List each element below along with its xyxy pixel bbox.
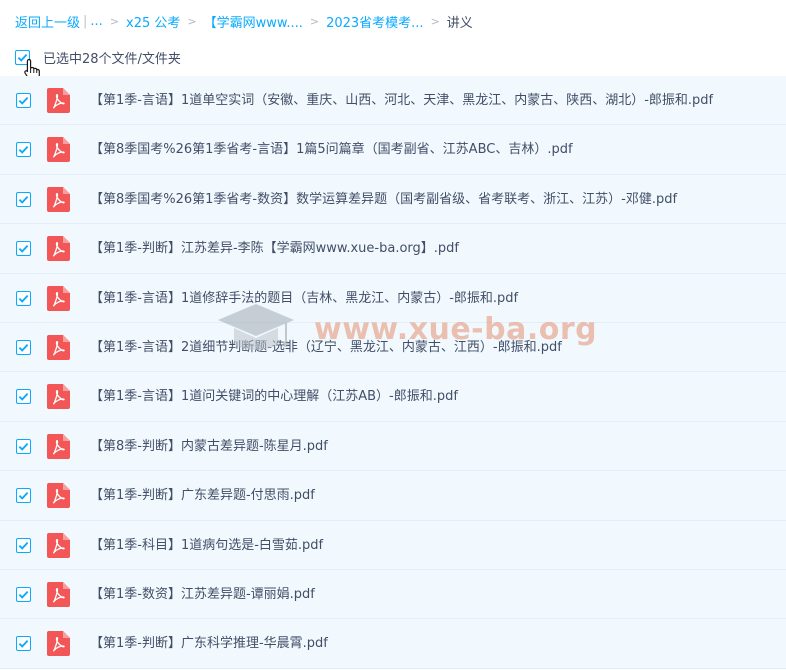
back-link[interactable]: 返回上一级 bbox=[15, 12, 80, 31]
file-checkbox[interactable] bbox=[16, 142, 31, 158]
chevron-right-icon: > bbox=[109, 14, 120, 28]
pdf-icon bbox=[47, 137, 70, 163]
file-name[interactable]: 【第1季-判断】广东科学推理-华晨霄.pdf bbox=[90, 619, 328, 668]
file-row[interactable]: 【第1季-数资】江苏差异题-谭丽娟.pdf bbox=[0, 569, 786, 620]
file-checkbox[interactable] bbox=[16, 438, 31, 454]
file-checkbox[interactable] bbox=[16, 339, 31, 355]
checkmark-icon bbox=[18, 492, 29, 500]
breadcrumb-item[interactable]: 2023省考模考... bbox=[326, 12, 423, 31]
checkmark-icon bbox=[18, 541, 29, 550]
file-name[interactable]: 【第1季-言语】2道细节判断题-选非（辽宁、黑龙江、内蒙古、江西）-郎振和.pd… bbox=[90, 323, 562, 372]
file-name[interactable]: 【第1季-数资】江苏差异题-谭丽娟.pdf bbox=[90, 570, 315, 619]
file-row[interactable]: 【第1季-判断】江苏差异-李陈【学霸网www.xue-ba.org】.pdf bbox=[0, 224, 786, 274]
breadcrumb-item[interactable]: 【学霸网www.... bbox=[204, 12, 303, 31]
checkmark-icon bbox=[18, 343, 29, 352]
file-checkbox[interactable] bbox=[16, 488, 31, 504]
checkmark-icon bbox=[18, 640, 29, 649]
checkmark-icon bbox=[18, 146, 29, 155]
file-row[interactable]: 【第8季-判断】内蒙古差异题-陈星月.pdf bbox=[0, 421, 786, 472]
chevron-right-icon: > bbox=[309, 14, 320, 28]
breadcrumb-ellipsis[interactable]: ... bbox=[90, 14, 102, 29]
pdf-icon bbox=[47, 236, 70, 262]
file-row[interactable]: 【第1季-言语】1道问关键词的中心理解（江苏AB）-郎振和.pdf bbox=[0, 372, 786, 422]
pdf-icon bbox=[47, 581, 70, 607]
file-name[interactable]: 【第8季国考%26第1季省考-言语】1篇5问篇章（国考副省、江苏ABC、吉林）.… bbox=[90, 125, 573, 174]
checkmark-icon bbox=[18, 195, 29, 204]
pdf-icon bbox=[47, 186, 70, 212]
chevron-right-icon: > bbox=[187, 14, 197, 28]
checkmark-icon bbox=[18, 393, 29, 402]
file-name[interactable]: 【第1季-言语】1道单空实词（安徽、重庆、山西、河北、天津、黑龙江、内蒙古、陕西… bbox=[90, 76, 713, 125]
file-checkbox[interactable] bbox=[16, 389, 31, 405]
checkmark-icon bbox=[18, 590, 29, 599]
file-name[interactable]: 【第8季国考%26第1季省考-数资】数学运算差异题（国考副省级、省考联考、浙江、… bbox=[90, 175, 677, 224]
pdf-icon bbox=[47, 433, 70, 459]
file-checkbox[interactable] bbox=[16, 241, 31, 257]
file-row[interactable]: 【第1季-言语】2道细节判断题-选非（辽宁、黑龙江、内蒙古、江西）-郎振和.pd… bbox=[0, 322, 786, 373]
file-name[interactable]: 【第1季-言语】1道问关键词的中心理解（江苏AB）-郎振和.pdf bbox=[90, 372, 458, 421]
checkmark-icon bbox=[18, 96, 29, 105]
pdf-icon bbox=[47, 88, 70, 113]
pdf-icon bbox=[47, 532, 70, 558]
file-row[interactable]: 【第1季-言语】1道修辞手法的题目（吉林、黑龙江、内蒙古）-郎振和.pdf bbox=[0, 273, 786, 323]
pdf-icon bbox=[47, 384, 70, 410]
file-name[interactable]: 【第1季-言语】1道修辞手法的题目（吉林、黑龙江、内蒙古）-郎振和.pdf bbox=[90, 274, 518, 323]
checkmark-icon bbox=[18, 245, 29, 253]
pdf-icon bbox=[47, 334, 70, 360]
file-name[interactable]: 【第1季-判断】江苏差异-李陈【学霸网www.xue-ba.org】.pdf bbox=[90, 224, 459, 273]
file-checkbox[interactable] bbox=[16, 537, 31, 553]
file-row[interactable]: 【第1季-判断】广东差异题-付思雨.pdf bbox=[0, 471, 786, 521]
file-name[interactable]: 【第8季-判断】内蒙古差异题-陈星月.pdf bbox=[90, 422, 328, 471]
breadcrumb-item[interactable]: x25 公考 bbox=[126, 12, 180, 31]
file-row[interactable]: 【第1季-科目】1道病句选是-白雪茹.pdf bbox=[0, 520, 786, 570]
breadcrumb-separator: | bbox=[83, 13, 88, 29]
file-checkbox[interactable] bbox=[16, 191, 31, 207]
file-row[interactable]: 【第8季国考%26第1季省考-数资】数学运算差异题（国考副省级、省考联考、浙江、… bbox=[0, 174, 786, 225]
pdf-icon bbox=[47, 631, 70, 657]
file-checkbox[interactable] bbox=[16, 636, 31, 652]
file-row[interactable]: 【第1季-判断】广东科学推理-华晨霄.pdf bbox=[0, 619, 786, 669]
checkmark-icon bbox=[18, 294, 29, 303]
pdf-icon bbox=[47, 285, 70, 311]
file-row[interactable]: 【第1季-言语】1道单空实词（安徽、重庆、山西、河北、天津、黑龙江、内蒙古、陕西… bbox=[0, 76, 786, 126]
file-list: 【第1季-言语】1道单空实词（安徽、重庆、山西、河北、天津、黑龙江、内蒙古、陕西… bbox=[0, 76, 786, 669]
file-row[interactable]: 【第8季国考%26第1季省考-言语】1篇5问篇章（国考副省、江苏ABC、吉林）.… bbox=[0, 125, 786, 175]
pdf-icon bbox=[47, 483, 70, 509]
file-checkbox[interactable] bbox=[16, 93, 31, 108]
file-name[interactable]: 【第1季-科目】1道病句选是-白雪茹.pdf bbox=[90, 521, 323, 570]
file-checkbox[interactable] bbox=[16, 586, 31, 602]
file-name[interactable]: 【第1季-判断】广东差异题-付思雨.pdf bbox=[90, 471, 315, 520]
breadcrumb-current: 讲义 bbox=[446, 15, 473, 31]
chevron-right-icon: > bbox=[430, 14, 440, 28]
checkmark-icon bbox=[18, 442, 29, 451]
file-checkbox[interactable] bbox=[16, 290, 31, 306]
selection-count-label: 已选中28个文件/文件夹 bbox=[43, 51, 181, 67]
breadcrumb: 返回上一级 | ... > x25 公考 > 【学霸网www.... > 202… bbox=[15, 11, 473, 31]
